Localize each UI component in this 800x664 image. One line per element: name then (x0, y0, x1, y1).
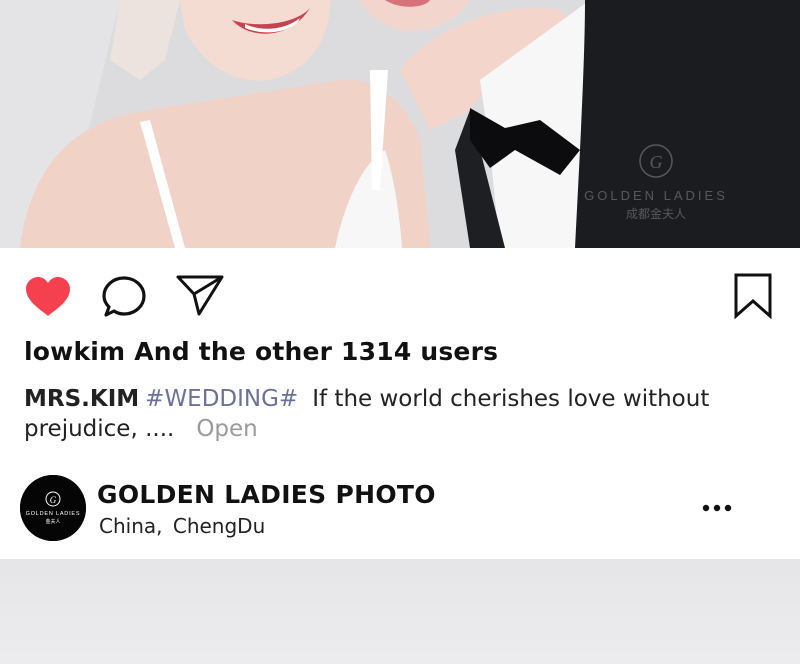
svg-text:G: G (50, 495, 57, 505)
wedding-photo-illustration: G GOLDEN LADIES 成都金夫人 (0, 0, 800, 248)
caption-text-line2: prejudice, .... (24, 416, 175, 442)
comment-bubble-icon[interactable] (102, 275, 148, 319)
svg-text:GOLDEN LADIES: GOLDEN LADIES (26, 511, 81, 517)
more-horizontal-icon[interactable] (700, 500, 734, 516)
account-location[interactable]: China, ChengDu (99, 514, 265, 538)
location-country: China, (99, 514, 163, 538)
svg-text:GOLDEN LADIES: GOLDEN LADIES (584, 188, 728, 203)
caption-text-line1: If the world cherishes love without (312, 386, 710, 412)
heart-filled-icon[interactable] (24, 276, 72, 318)
caption-hashtag[interactable]: #WEDDING# (145, 386, 298, 412)
post-caption: MRS.KIM #WEDDING# If the world cherishes l… (24, 384, 724, 444)
caption-username[interactable]: MRS.KIM (24, 386, 139, 412)
svg-text:金夫人: 金夫人 (45, 518, 60, 525)
avatar[interactable]: G GOLDEN LADIES 金夫人 (20, 475, 86, 541)
account-name[interactable]: GOLDEN LADIES PHOTO (97, 480, 436, 509)
likes-count[interactable]: lowkim And the other 1314 users (24, 337, 498, 366)
location-city: ChengDu (172, 514, 266, 538)
open-caption-link[interactable]: Open (196, 416, 257, 442)
svg-text:成都金夫人: 成都金夫人 (626, 206, 686, 221)
bookmark-icon[interactable] (734, 273, 772, 319)
post-photo[interactable]: G GOLDEN LADIES 成都金夫人 (0, 0, 800, 248)
paper-plane-icon[interactable] (176, 274, 224, 316)
golden-ladies-logo-icon: G GOLDEN LADIES 金夫人 (20, 475, 86, 541)
next-post-photo[interactable] (0, 559, 800, 664)
svg-text:G: G (650, 152, 663, 172)
